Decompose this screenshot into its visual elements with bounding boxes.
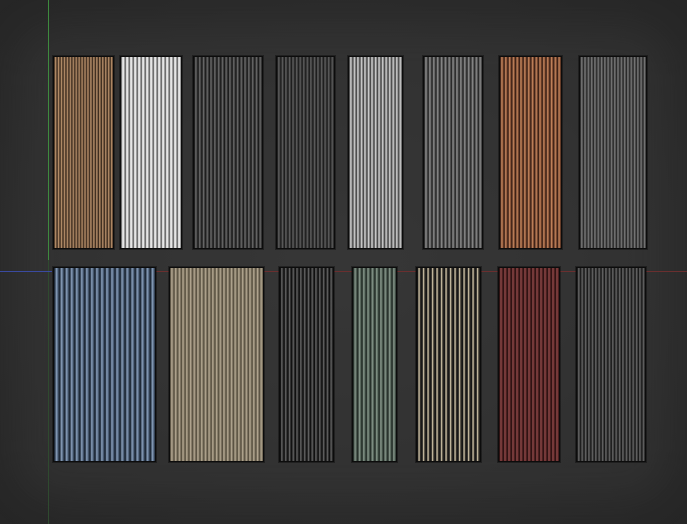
steel-blue-panel[interactable]: [53, 267, 156, 462]
copper-panel[interactable]: [499, 56, 562, 249]
dark-gray-panel[interactable]: [276, 56, 335, 249]
slate-gray-panel[interactable]: [579, 56, 647, 249]
blue-axis-line: [0, 271, 52, 272]
medium-gray-panel[interactable]: [423, 56, 483, 249]
burgundy-panel[interactable]: [498, 267, 560, 462]
green-axis-line-dim: [48, 260, 49, 524]
charcoal-panel-1[interactable]: [193, 56, 263, 249]
black-panel[interactable]: [279, 267, 334, 462]
sage-green-panel[interactable]: [352, 267, 397, 462]
wood-brown-panel[interactable]: [53, 56, 114, 249]
light-gray-panel[interactable]: [348, 56, 403, 249]
3d-viewport[interactable]: [0, 0, 687, 524]
white-panel[interactable]: [120, 56, 182, 249]
graphite-panel[interactable]: [576, 267, 646, 462]
green-axis-line: [48, 0, 49, 260]
black-cream-stripe-panel[interactable]: [416, 267, 481, 462]
beige-panel[interactable]: [169, 267, 264, 462]
